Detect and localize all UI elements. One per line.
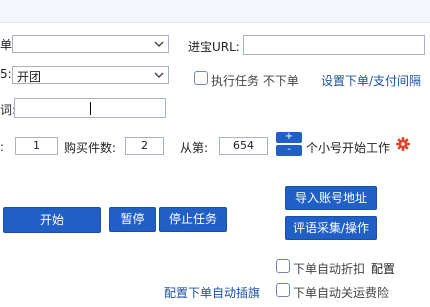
auto-discount-config-link[interactable]: 配置 (371, 260, 395, 277)
pause-button[interactable]: 暂停 (109, 207, 156, 232)
text-caret (90, 102, 91, 115)
from-label: 从第: (180, 141, 209, 155)
row2-select-value: 开团 (17, 70, 42, 84)
increment-button[interactable]: + (276, 132, 302, 143)
auto-discount-label: 下单自动折扣 (293, 262, 366, 276)
stop-task-button[interactable]: 停止任务 (159, 207, 227, 232)
stop-task-label: 停止任务 (168, 212, 217, 226)
counter1-label: : (0, 140, 5, 154)
url-input[interactable] (243, 35, 425, 55)
decrement-button[interactable]: - (276, 145, 302, 156)
import-account-label: 导入账号地址 (294, 191, 367, 205)
settings-interval-link[interactable]: 设置下单/支付间隔 (321, 72, 421, 89)
review-collect-label: 评语采集/操作 (292, 221, 370, 235)
auto-insurance-checkbox[interactable] (276, 283, 290, 297)
exec-task-label: 执行任务 不下单 (211, 74, 299, 88)
buy-count-input[interactable]: 2 (125, 137, 164, 155)
start-account-suffix: 个小号开始工作 (306, 141, 391, 155)
chevron-down-icon (154, 72, 164, 78)
url-label: 进宝URL: (188, 40, 240, 54)
exec-task-checkbox[interactable] (194, 71, 208, 85)
gear-icon[interactable] (396, 137, 410, 151)
auto-insurance-label: 下单自动关运费险 (293, 286, 390, 300)
row2-label: 5: (0, 67, 12, 81)
start-button[interactable]: 开始 (3, 207, 101, 233)
import-account-button[interactable]: 导入账号地址 (285, 186, 377, 210)
top-toolbar-strip (0, 0, 430, 23)
row1-select[interactable] (12, 35, 169, 53)
counter1-input[interactable]: 1 (15, 137, 58, 155)
auto-discount-checkbox[interactable] (276, 259, 290, 273)
buy-count-label: 购买件数: (64, 141, 117, 155)
config-flag-link[interactable]: 配置下单自动插旗 (164, 284, 260, 301)
chevron-down-icon (154, 41, 164, 47)
pause-button-label: 暂停 (120, 212, 145, 226)
start-button-label: 开始 (39, 213, 64, 227)
row2-select[interactable]: 开团 (12, 66, 169, 84)
review-collect-button[interactable]: 评语采集/操作 (285, 216, 377, 240)
from-input[interactable]: 654 (219, 137, 268, 155)
